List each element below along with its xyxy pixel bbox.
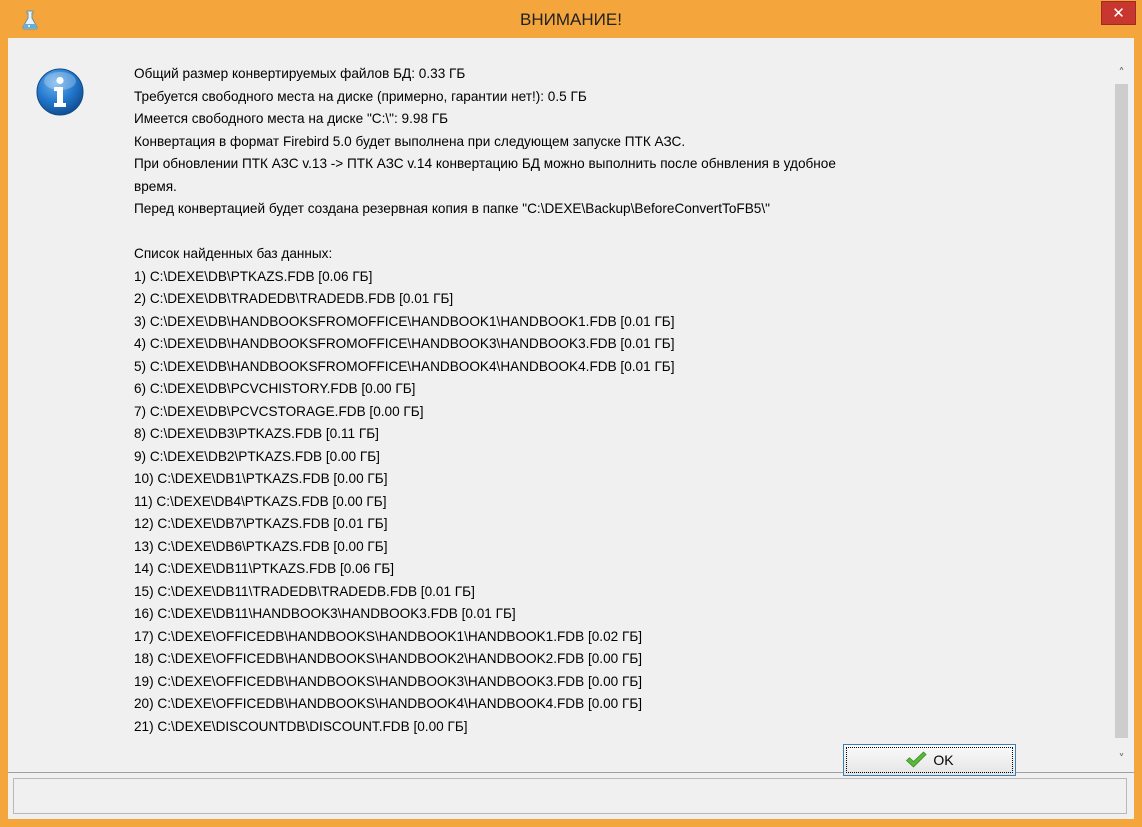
close-button[interactable]: ✕ (1101, 1, 1136, 25)
scroll-down-arrow-icon[interactable]: ˅ (1109, 748, 1134, 770)
message-line: 15) C:\DEXE\DB11\TRADEDB\TRADEDB.FDB [0.… (134, 583, 475, 599)
message-line: 21) C:\DEXE\DISCOUNTDB\DISCOUNT.FDB [0.0… (134, 718, 468, 734)
message-line: Требуется свободного места на диске (при… (134, 88, 587, 104)
checkmark-icon (906, 751, 927, 768)
dialog-client-area: Общий размер конвертируемых файлов БД: 0… (8, 38, 1134, 819)
message-line: Конвертация в формат Firebird 5.0 будет … (134, 133, 686, 149)
message-line: 11) C:\DEXE\DB4\PTKAZS.FDB [0.00 ГБ] (134, 493, 387, 509)
message-line: 9) C:\DEXE\DB2\PTKAZS.FDB [0.00 ГБ] (134, 448, 380, 464)
message-line: 14) C:\DEXE\DB11\PTKAZS.FDB [0.06 ГБ] (134, 561, 395, 576)
message-line: 20) C:\DEXE\OFFICEDB\HANDBOOKS\HANDBOOK4… (134, 696, 643, 711)
ok-button[interactable]: OK (843, 744, 1016, 776)
button-panel (8, 772, 1134, 819)
message-line: время. (134, 178, 177, 194)
message-line: Общий размер конвертируемых файлов БД: 0… (134, 66, 466, 81)
message-line: Список найденных баз данных: (134, 246, 333, 261)
dialog-window: ВНИМАНИЕ! ✕ Общий размер конвертируемых … (0, 0, 1142, 827)
message-line: 19) C:\DEXE\OFFICEDB\HANDBOOKS\HANDBOOK3… (134, 673, 643, 689)
message-line: 4) C:\DEXE\DB\HANDBOOKSFROMOFFICE\HANDBO… (134, 336, 675, 351)
message-line: Перед конвертацией будет создана резервн… (134, 201, 770, 216)
message-line: 16) C:\DEXE\DB11\HANDBOOK3\HANDBOOK3.FDB… (134, 606, 516, 621)
button-panel-frame (13, 778, 1127, 814)
title-bar[interactable]: ВНИМАНИЕ! ✕ (0, 0, 1142, 38)
message-line: 12) C:\DEXE\DB7\PTKAZS.FDB [0.01 ГБ] (134, 516, 388, 531)
scroll-up-arrow-icon[interactable]: ˄ (1109, 62, 1134, 84)
message-line: 6) C:\DEXE\DB\PCVCHISTORY.FDB [0.00 ГБ] (134, 381, 416, 396)
window-title: ВНИМАНИЕ! (520, 10, 622, 29)
close-icon: ✕ (1112, 4, 1125, 22)
info-icon (36, 68, 84, 116)
message-line: 8) C:\DEXE\DB3\PTKAZS.FDB [0.11 ГБ] (134, 426, 379, 441)
message-line: 18) C:\DEXE\OFFICEDB\HANDBOOKS\HANDBOOK2… (134, 651, 643, 666)
vertical-scrollbar[interactable]: ˄ ˅ (1109, 62, 1134, 766)
message-line: 13) C:\DEXE\DB6\PTKAZS.FDB [0.00 ГБ] (134, 538, 388, 554)
message-line: 7) C:\DEXE\DB\PCVCSTORAGE.FDB [0.00 ГБ] (134, 403, 424, 419)
message-line: При обновлении ПТК АЗС v.13 -> ПТК АЗС v… (134, 156, 836, 171)
message-text-area[interactable]: Общий размер конвертируемых файлов БД: 0… (108, 38, 1118, 766)
message-line: Имеется свободного места на диске "C:\":… (134, 111, 449, 126)
message-line: 2) C:\DEXE\DB\TRADEDB\TRADEDB.FDB [0.01 … (134, 291, 454, 306)
message-line: 10) C:\DEXE\DB1\PTKAZS.FDB [0.00 ГБ] (134, 471, 388, 486)
scroll-thumb[interactable] (1115, 84, 1128, 738)
message-line: 17) C:\DEXE\OFFICEDB\HANDBOOKS\HANDBOOK1… (134, 628, 643, 644)
message-line: 3) C:\DEXE\DB\HANDBOOKSFROMOFFICE\HANDBO… (134, 313, 675, 329)
message-line: 5) C:\DEXE\DB\HANDBOOKSFROMOFFICE\HANDBO… (134, 358, 675, 374)
message-line: 1) C:\DEXE\DB\PTKAZS.FDB [0.06 ГБ] (134, 268, 373, 284)
ok-button-label: OK (933, 752, 954, 768)
